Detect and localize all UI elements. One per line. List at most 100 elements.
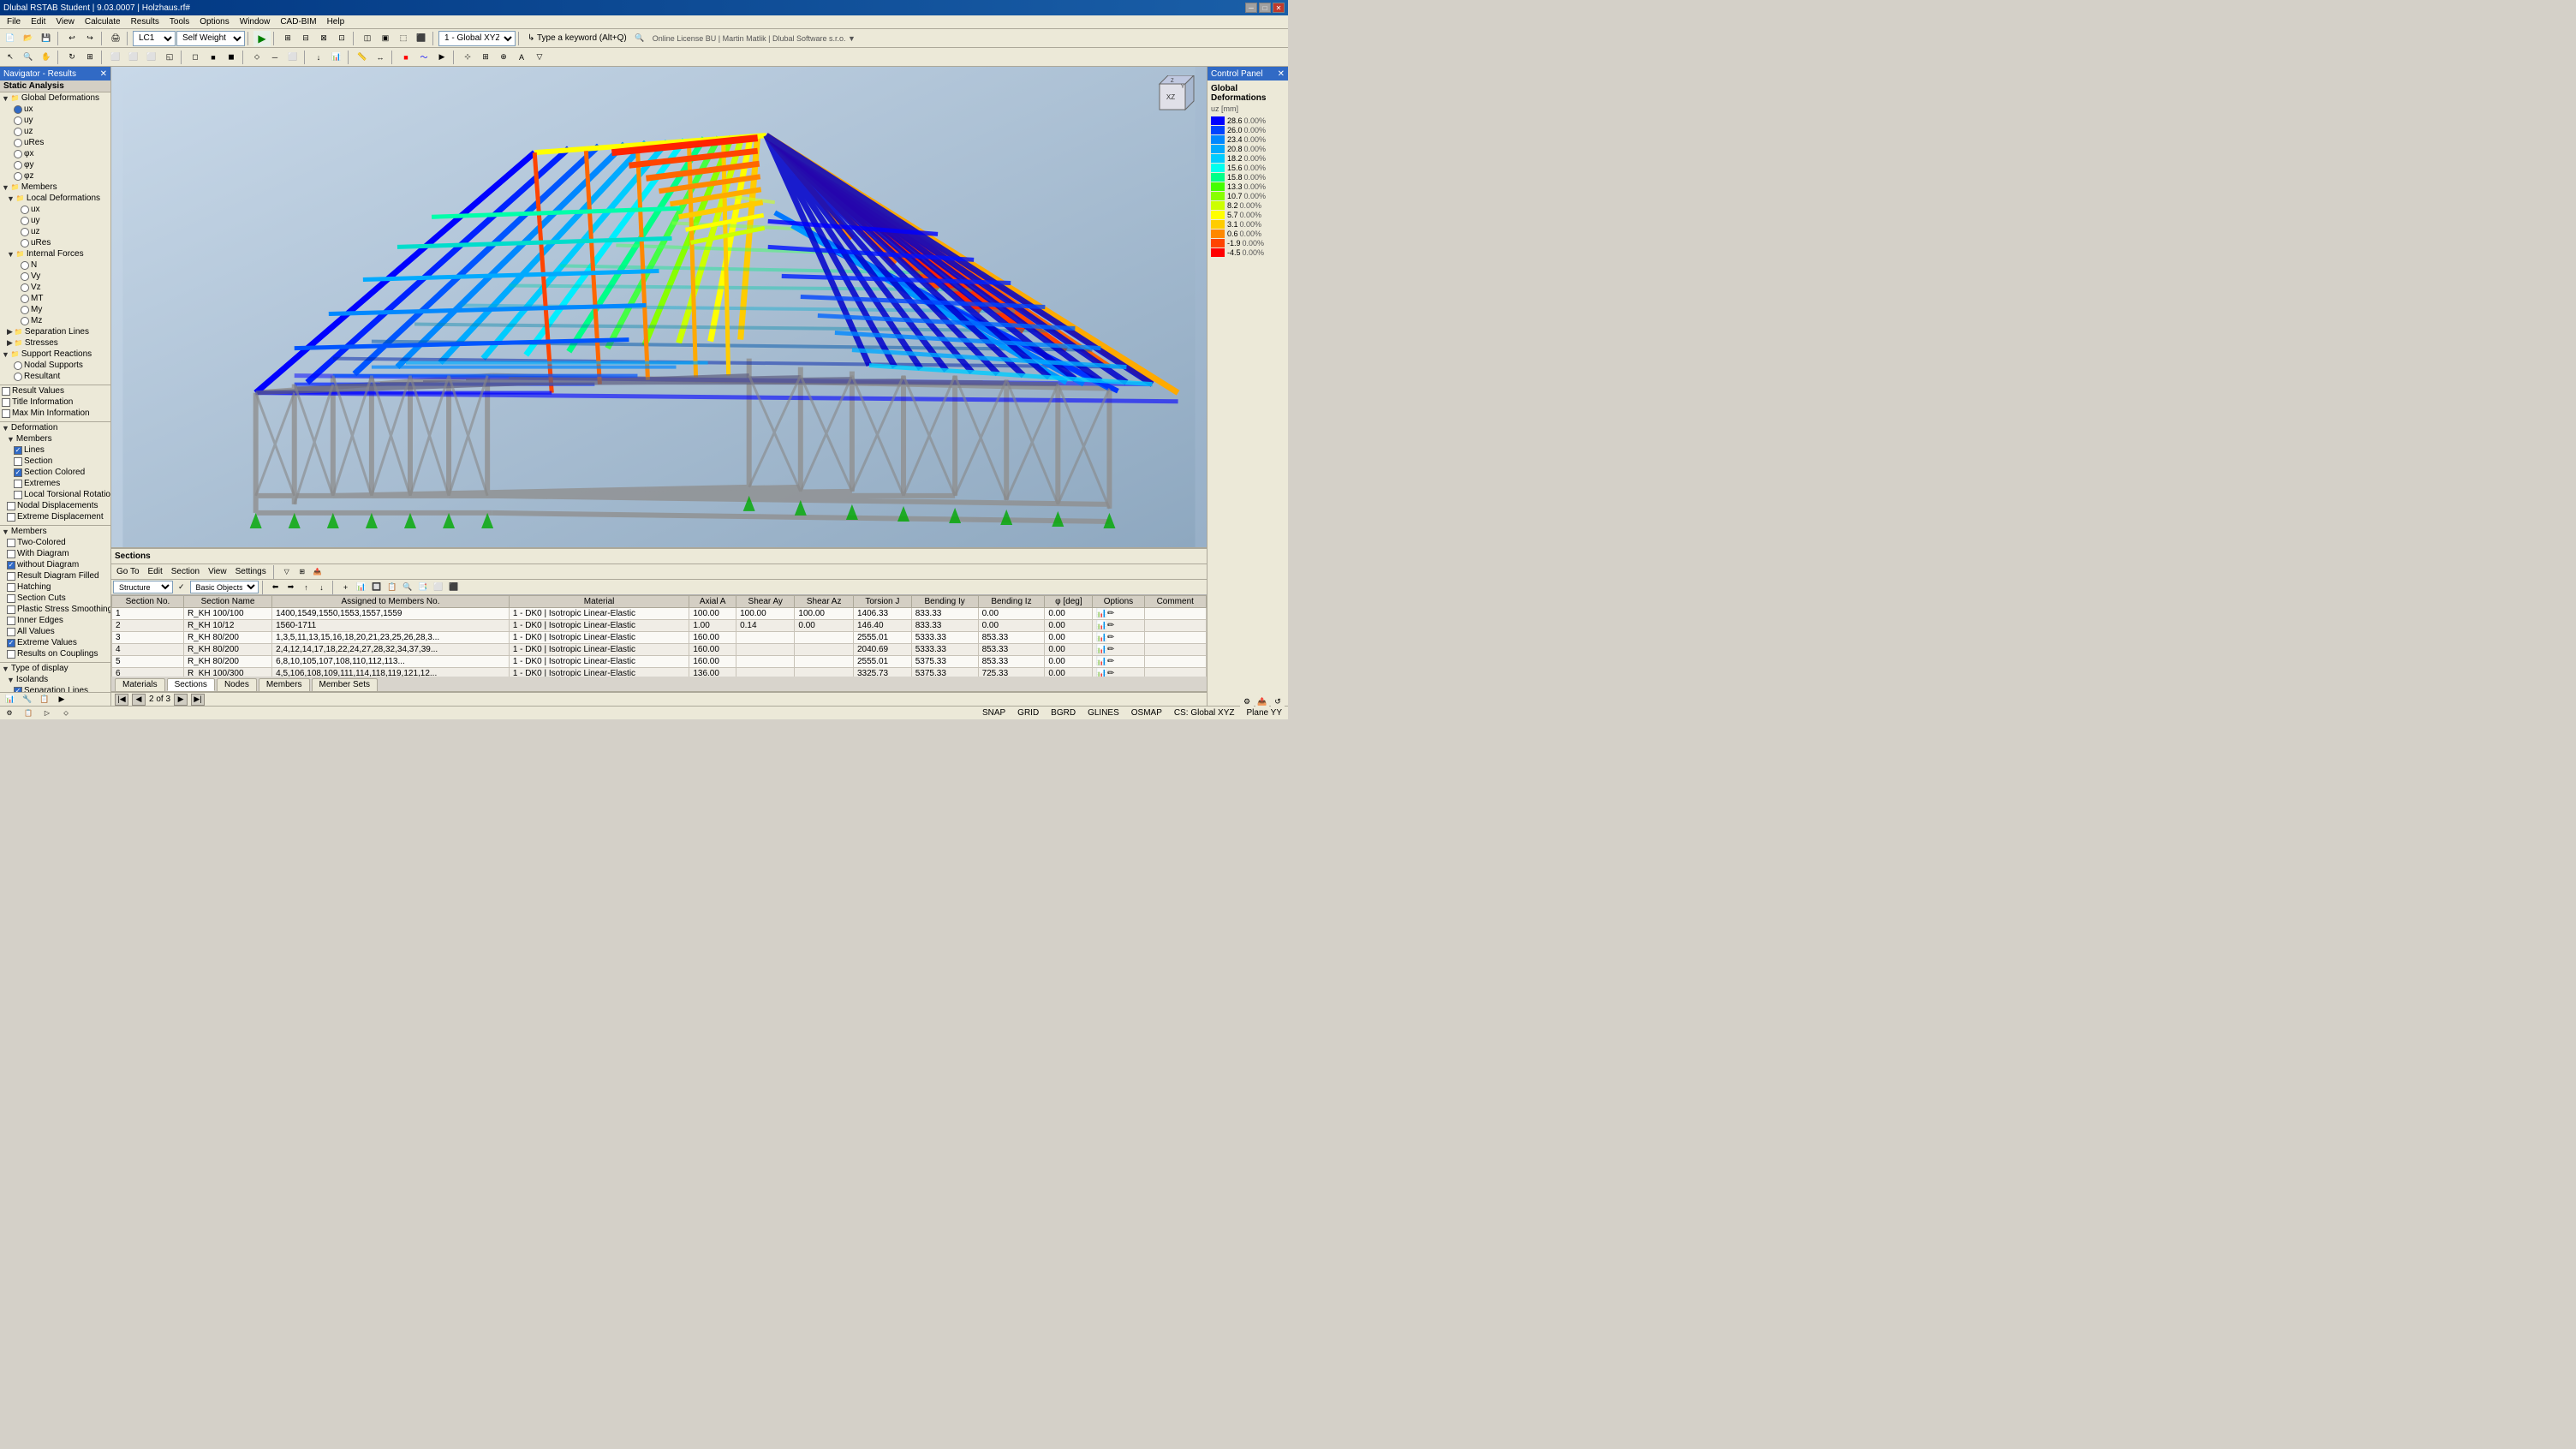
- menu-cadbim[interactable]: CAD-BIM: [275, 15, 321, 28]
- open-btn[interactable]: 📂: [20, 31, 37, 46]
- viewport[interactable]: XZ Y Z: [111, 67, 1207, 547]
- redo-btn[interactable]: ↪: [81, 31, 98, 46]
- nav-n[interactable]: N: [0, 259, 110, 271]
- iso-btn[interactable]: ◱: [161, 50, 178, 65]
- snap-status[interactable]: SNAP: [980, 708, 1008, 718]
- loadcase-select[interactable]: LC1: [133, 31, 176, 46]
- maximize-btn[interactable]: □: [1259, 3, 1271, 13]
- toolbar2-btn10[interactable]: 📑: [416, 581, 430, 593]
- nav-result-diagram-filled[interactable]: Result Diagram Filled: [0, 570, 110, 581]
- solid-btn[interactable]: ■: [205, 50, 222, 65]
- toolbar2-btn6[interactable]: 📊: [355, 581, 368, 593]
- osmap-status[interactable]: OSMAP: [1129, 708, 1165, 718]
- legend-reset-btn[interactable]: ↺: [1271, 695, 1285, 707]
- side-btn[interactable]: ⬜: [143, 50, 160, 65]
- page-prev-btn[interactable]: ◀: [132, 694, 146, 706]
- tab-nodes[interactable]: Nodes: [217, 678, 257, 691]
- nav-vz[interactable]: Vz: [0, 282, 110, 293]
- nav-local-ures[interactable]: uRes: [0, 237, 110, 248]
- load-btn[interactable]: ↓: [310, 50, 327, 65]
- nav-lines-item[interactable]: Lines: [0, 444, 110, 456]
- options-edit-btn[interactable]: ✏: [1107, 633, 1114, 642]
- nav-deform-members[interactable]: ▼ Members: [0, 433, 110, 444]
- status-icon-3[interactable]: ▷: [41, 708, 53, 719]
- loadcase-name-select[interactable]: Self Weight: [176, 31, 245, 46]
- pan-btn[interactable]: ✋: [38, 50, 55, 65]
- nav-hatching[interactable]: Hatching: [0, 581, 110, 593]
- menu-window[interactable]: Window: [235, 15, 276, 28]
- tab-materials[interactable]: Materials: [115, 678, 165, 691]
- nav-result-values[interactable]: Result Values: [0, 385, 110, 397]
- edit-btn[interactable]: Edit: [145, 565, 166, 579]
- nav-local-deformations[interactable]: ▼ 📁 Local Deformations: [0, 193, 110, 204]
- nav-local-uz[interactable]: uz: [0, 226, 110, 237]
- table-row[interactable]: 1R_KH 100/1001400,1549,1550,1553,1557,15…: [112, 608, 1207, 620]
- measure-btn[interactable]: 📏: [354, 50, 371, 65]
- nav-close[interactable]: ✕: [100, 69, 107, 79]
- nav-local-ux[interactable]: ux: [0, 204, 110, 215]
- toolbar2-btn1[interactable]: ⬅: [269, 581, 283, 593]
- toolbar2-btn9[interactable]: 🔍: [401, 581, 414, 593]
- tab-member-sets[interactable]: Member Sets: [312, 678, 378, 691]
- dimension-btn[interactable]: ↔: [372, 50, 389, 65]
- legend-settings-btn[interactable]: ⚙: [1240, 695, 1254, 707]
- tb-btn-7[interactable]: ⬚: [395, 31, 412, 46]
- nav-phi-y[interactable]: φy: [0, 159, 110, 170]
- nav-icon-3[interactable]: 📋: [38, 694, 51, 706]
- nav-separation-lines[interactable]: Separation Lines: [0, 685, 110, 692]
- front-btn[interactable]: ⬜: [107, 50, 124, 65]
- select-btn[interactable]: ↖: [2, 50, 19, 65]
- nav-phi-x[interactable]: φx: [0, 148, 110, 159]
- menu-view[interactable]: View: [51, 15, 80, 28]
- nav-section-cuts[interactable]: Section Cuts: [0, 593, 110, 604]
- options-edit-btn[interactable]: ✏: [1107, 657, 1114, 666]
- options-edit-btn[interactable]: ✏: [1107, 669, 1114, 677]
- basic-objects-select[interactable]: Basic Objects: [190, 581, 259, 593]
- section-menu-btn[interactable]: Section: [168, 565, 203, 579]
- page-next-btn[interactable]: ▶: [174, 694, 188, 706]
- options-chart-btn[interactable]: 📊: [1096, 657, 1106, 666]
- tb-col-btn[interactable]: ⊞: [295, 566, 309, 578]
- color-by-btn[interactable]: ■: [397, 50, 414, 65]
- menu-calculate[interactable]: Calculate: [80, 15, 126, 28]
- table-row[interactable]: 6R_KH 100/3004,5,106,108,109,111,114,118…: [112, 668, 1207, 677]
- nav-mt[interactable]: MT: [0, 293, 110, 304]
- zoom-btn[interactable]: 🔍: [20, 50, 37, 65]
- status-icon-4[interactable]: ⬦: [60, 708, 72, 719]
- tb-btn-8[interactable]: ⬛: [413, 31, 430, 46]
- settings-menu-btn[interactable]: Settings: [232, 565, 270, 579]
- snap-btn[interactable]: ⊹: [459, 50, 476, 65]
- nav-title-info[interactable]: Title Information: [0, 397, 110, 408]
- nav-stresses[interactable]: ▶ 📁 Stresses: [0, 337, 110, 349]
- tb-export-btn[interactable]: 📤: [311, 566, 325, 578]
- nav-extreme-values[interactable]: Extreme Values: [0, 637, 110, 648]
- options-chart-btn[interactable]: 📊: [1096, 645, 1106, 654]
- tab-members[interactable]: Members: [259, 678, 310, 691]
- nav-isolands-group[interactable]: ▼ Isolands: [0, 674, 110, 685]
- nav-plastic-stress[interactable]: Plastic Stress Smoothing: [0, 604, 110, 615]
- table-row[interactable]: 5R_KH 80/2006,8,10,105,107,108,110,112,1…: [112, 656, 1207, 668]
- nav-deformation-group[interactable]: ▼ Deformation: [0, 422, 110, 433]
- close-btn[interactable]: ✕: [1273, 3, 1285, 13]
- toolbar2-btn11[interactable]: ⬜: [432, 581, 445, 593]
- menu-help[interactable]: Help: [322, 15, 350, 28]
- nav-members-group[interactable]: ▼ 📁 Members: [0, 182, 110, 193]
- toolbar2-btn4[interactable]: ↓: [315, 581, 329, 593]
- nav-ux[interactable]: ux: [0, 104, 110, 115]
- menu-file[interactable]: File: [2, 15, 26, 28]
- deform-btn[interactable]: 〜: [415, 50, 432, 65]
- run-btn[interactable]: ▶: [253, 31, 271, 46]
- nav-extremes-item[interactable]: Extremes: [0, 478, 110, 489]
- options-chart-btn[interactable]: 📊: [1096, 621, 1106, 630]
- options-chart-btn[interactable]: 📊: [1096, 609, 1106, 618]
- surface-btn[interactable]: ⬜: [284, 50, 301, 65]
- nav-extreme-displacement[interactable]: Extreme Displacement: [0, 511, 110, 522]
- page-first-btn[interactable]: |◀: [115, 694, 128, 706]
- window-controls[interactable]: ─ □ ✕: [1245, 3, 1285, 13]
- tb-btn-5[interactable]: ◫: [359, 31, 376, 46]
- options-edit-btn[interactable]: ✏: [1107, 645, 1114, 654]
- result-btn[interactable]: 📊: [328, 50, 345, 65]
- tb-btn-1[interactable]: ⊞: [279, 31, 296, 46]
- toolbar2-btn2[interactable]: ➡: [284, 581, 298, 593]
- nav-all-values[interactable]: All Values: [0, 626, 110, 637]
